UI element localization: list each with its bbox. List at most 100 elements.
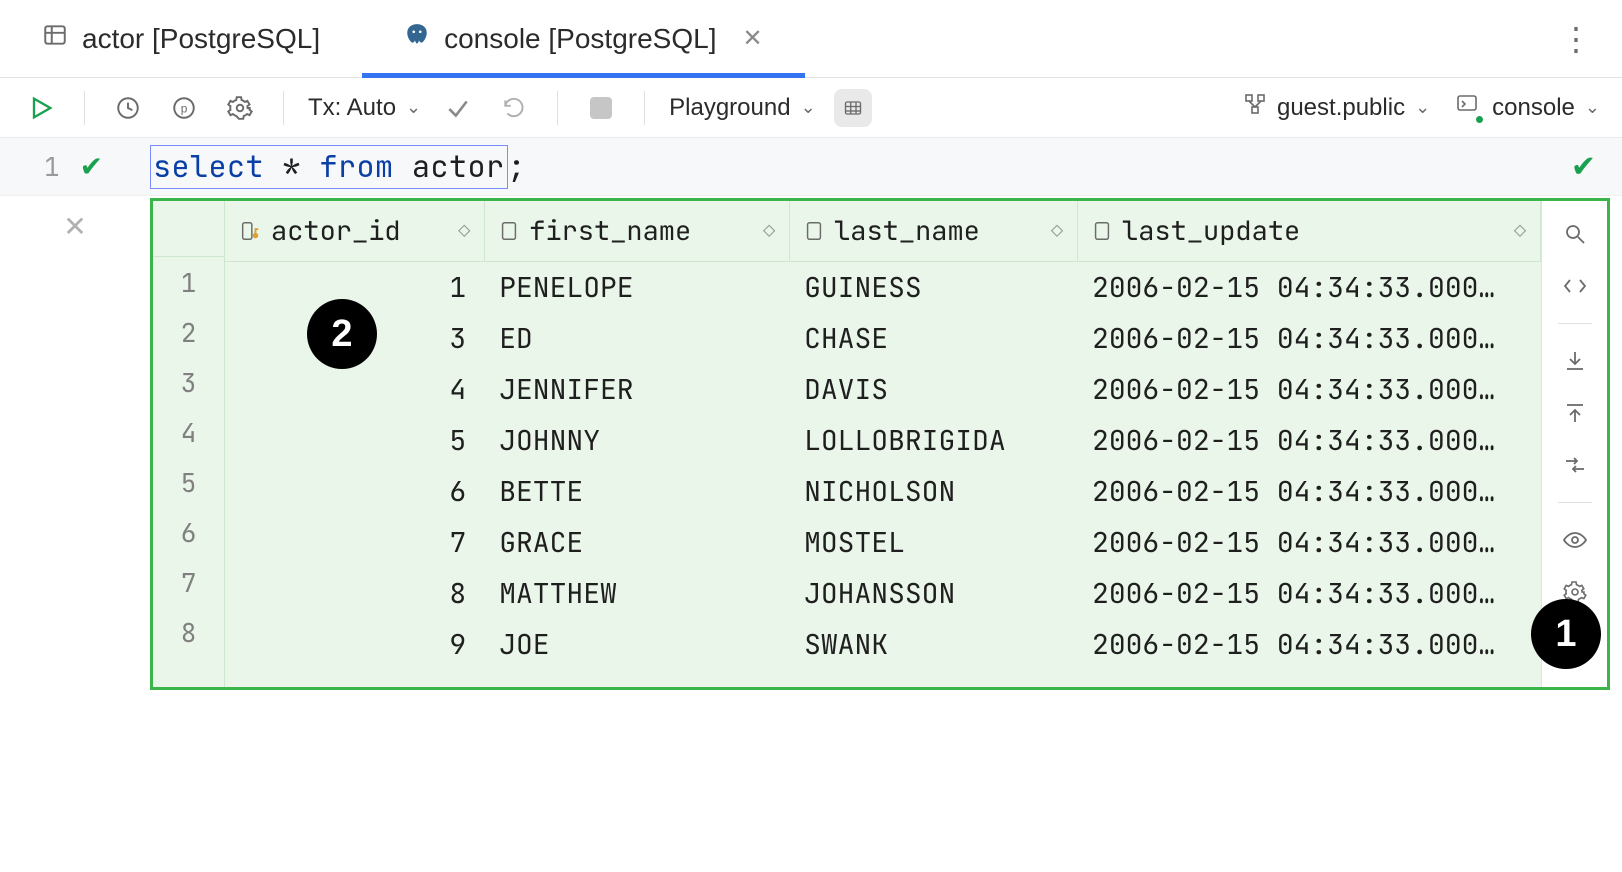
cell-last-update[interactable]: 2006-02-15 04:34:33.000… (1078, 466, 1541, 517)
sort-icon[interactable]: ◇ (763, 218, 775, 244)
cell-last-name[interactable]: LOLLOBRIGIDA (790, 415, 1078, 466)
row-number[interactable]: 6 (153, 507, 224, 557)
cell-last-name[interactable]: CHASE (790, 313, 1078, 364)
table-row[interactable]: 6BETTENICHOLSON2006-02-15 04:34:33.000… (225, 466, 1541, 517)
row-number[interactable]: 8 (153, 607, 224, 657)
table-row[interactable]: 7GRACEMOSTEL2006-02-15 04:34:33.000… (225, 517, 1541, 568)
cell-last-name[interactable]: SWANK (790, 619, 1078, 670)
sort-icon[interactable]: ◇ (1051, 218, 1063, 244)
tab-overflow-menu[interactable]: ⋮ (1560, 20, 1594, 58)
line-number: 1 (44, 149, 60, 184)
table-row[interactable]: 9JOESWANK2006-02-15 04:34:33.000… (225, 619, 1541, 670)
cell-first-name[interactable]: JENNIFER (485, 364, 790, 415)
cell-last-update[interactable]: 2006-02-15 04:34:33.000… (1078, 262, 1541, 314)
rollback-icon[interactable] (495, 89, 533, 127)
chevron-down-icon: ⌄ (406, 97, 421, 118)
session-label: console (1492, 94, 1575, 122)
table-row[interactable]: 1PENELOPEGUINESS2006-02-15 04:34:33.000… (225, 262, 1541, 314)
tab-label: actor [PostgreSQL] (82, 23, 320, 55)
cell-last-name[interactable]: GUINESS (790, 262, 1078, 314)
cell-actor-id[interactable]: 9 (225, 619, 485, 670)
editor-gutter: 1 ✔ (0, 149, 150, 184)
compare-icon[interactable] (1560, 450, 1590, 480)
table-row[interactable]: 5JOHNNYLOLLOBRIGIDA2006-02-15 04:34:33.0… (225, 415, 1541, 466)
cell-first-name[interactable]: JOHNNY (485, 415, 790, 466)
column-header-label: last_name (834, 213, 1051, 249)
close-icon[interactable]: ✕ (742, 24, 762, 53)
playground-label: Playground (669, 94, 790, 122)
cell-first-name[interactable]: PENELOPE (485, 262, 790, 314)
search-icon[interactable] (1560, 219, 1590, 249)
table-icon (42, 22, 68, 55)
table-row[interactable]: 3EDCHASE2006-02-15 04:34:33.000… (225, 313, 1541, 364)
tab-label: console [PostgreSQL] (444, 23, 716, 55)
tab-actor[interactable]: actor [PostgreSQL] (0, 0, 362, 77)
validation-ok-icon: ✔ (1571, 149, 1596, 184)
column-header-label: first_name (529, 213, 763, 249)
cell-actor-id[interactable]: 7 (225, 517, 485, 568)
settings-icon[interactable] (221, 89, 259, 127)
close-results-icon[interactable]: ✕ (63, 210, 86, 243)
results-table: actor_id◇first_name◇last_name◇last_updat… (225, 201, 1541, 670)
run-button[interactable] (22, 89, 60, 127)
cell-actor-id[interactable]: 4 (225, 364, 485, 415)
pk-column-icon (239, 220, 261, 242)
code-view-icon[interactable] (1560, 271, 1590, 301)
session-dropdown[interactable]: console ⌄ (1456, 93, 1600, 122)
cell-last-update[interactable]: 2006-02-15 04:34:33.000… (1078, 313, 1541, 364)
column-header-actor_id[interactable]: actor_id◇ (225, 201, 485, 262)
cell-first-name[interactable]: BETTE (485, 466, 790, 517)
table-row[interactable]: 4JENNIFERDAVIS2006-02-15 04:34:33.000… (225, 364, 1541, 415)
cell-last-update[interactable]: 2006-02-15 04:34:33.000… (1078, 415, 1541, 466)
cell-last-name[interactable]: NICHOLSON (790, 466, 1078, 517)
in-editor-results-toggle[interactable] (834, 89, 872, 127)
cell-last-update[interactable]: 2006-02-15 04:34:33.000… (1078, 364, 1541, 415)
commit-icon[interactable] (439, 89, 477, 127)
cell-first-name[interactable]: JOE (485, 619, 790, 670)
schema-label: guest.public (1277, 94, 1405, 122)
column-header-last_update[interactable]: last_update◇ (1078, 201, 1541, 262)
row-number[interactable]: 2 (153, 307, 224, 357)
results-gutter: ✕ (0, 196, 150, 243)
schema-dropdown[interactable]: guest.public ⌄ (1243, 92, 1430, 123)
cell-first-name[interactable]: MATTHEW (485, 568, 790, 619)
sql-code[interactable]: select * from actor; (150, 145, 526, 189)
sort-icon[interactable]: ◇ (458, 218, 470, 244)
console-session-icon (1456, 93, 1482, 122)
column-header-first_name[interactable]: first_name◇ (485, 201, 790, 262)
row-number[interactable]: 5 (153, 457, 224, 507)
callout-1: 1 (1531, 599, 1601, 669)
explain-icon[interactable]: p (165, 89, 203, 127)
row-number[interactable]: 4 (153, 407, 224, 457)
cell-first-name[interactable]: GRACE (485, 517, 790, 568)
cell-actor-id[interactable]: 5 (225, 415, 485, 466)
export-icon[interactable] (1560, 346, 1590, 376)
tab-console[interactable]: console [PostgreSQL] ✕ (362, 0, 804, 77)
column-header-last_name[interactable]: last_name◇ (790, 201, 1078, 262)
cell-last-name[interactable]: JOHANSSON (790, 568, 1078, 619)
row-number[interactable]: 3 (153, 357, 224, 407)
cell-last-name[interactable]: DAVIS (790, 364, 1078, 415)
column-icon (1092, 220, 1112, 242)
cell-last-update[interactable]: 2006-02-15 04:34:33.000… (1078, 517, 1541, 568)
chevron-down-icon: ⌄ (801, 97, 816, 118)
eye-icon[interactable] (1560, 525, 1590, 555)
row-number[interactable]: 7 (153, 557, 224, 607)
cell-actor-id[interactable]: 8 (225, 568, 485, 619)
schema-icon (1243, 92, 1267, 123)
sort-icon[interactable]: ◇ (1514, 218, 1526, 244)
cell-last-update[interactable]: 2006-02-15 04:34:33.000… (1078, 568, 1541, 619)
tx-mode-dropdown[interactable]: Tx: Auto ⌄ (308, 94, 421, 122)
table-row[interactable]: 8MATTHEWJOHANSSON2006-02-15 04:34:33.000… (225, 568, 1541, 619)
cell-actor-id[interactable]: 6 (225, 466, 485, 517)
cell-first-name[interactable]: ED (485, 313, 790, 364)
cell-last-name[interactable]: MOSTEL (790, 517, 1078, 568)
row-number[interactable]: 1 (153, 257, 224, 307)
chevron-down-icon: ⌄ (1415, 97, 1430, 118)
history-icon[interactable] (109, 89, 147, 127)
import-icon[interactable] (1560, 398, 1590, 428)
cell-last-update[interactable]: 2006-02-15 04:34:33.000… (1078, 619, 1541, 670)
sql-editor[interactable]: 1 ✔ select * from actor; ✔ (0, 138, 1622, 196)
stop-button[interactable] (582, 89, 620, 127)
playground-dropdown[interactable]: Playground ⌄ (669, 94, 816, 122)
